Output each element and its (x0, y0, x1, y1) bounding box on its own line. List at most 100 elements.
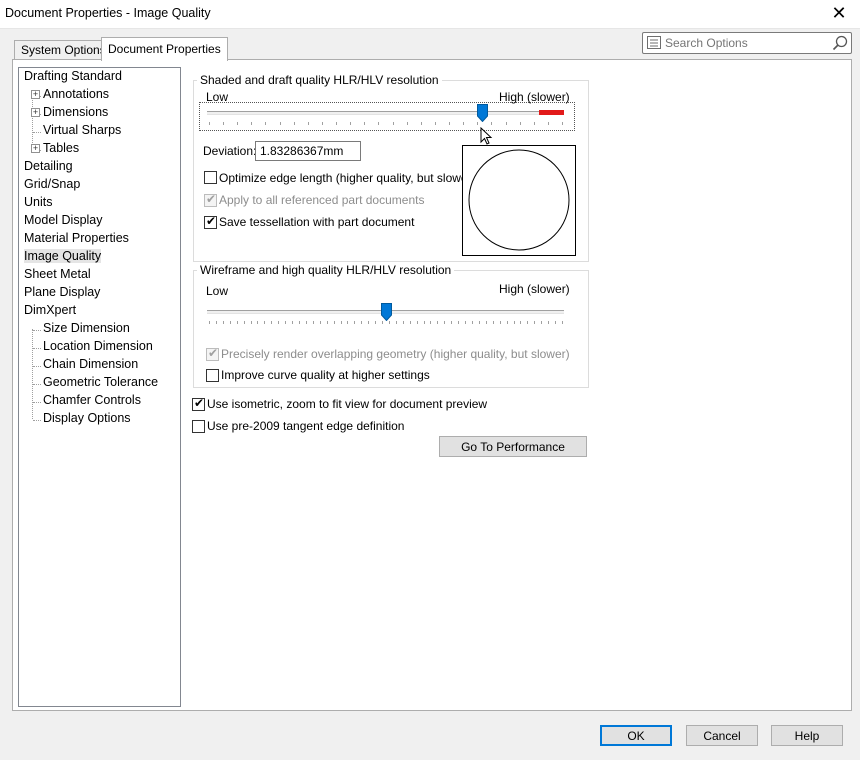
improve-curve-checkbox[interactable] (206, 369, 219, 382)
slider-tick (368, 321, 369, 324)
slider-tick (555, 321, 556, 324)
slider-tick (280, 122, 281, 125)
options-list-icon (647, 36, 661, 49)
tab-system-options[interactable]: System Options (14, 40, 113, 60)
slider-tick (437, 321, 438, 324)
slider-tick (520, 321, 521, 324)
shaded-slider-track (207, 111, 564, 115)
tree-item-size-dimension[interactable]: Size Dimension (43, 320, 130, 337)
tree-item-dimxpert[interactable]: DimXpert (24, 302, 76, 319)
slider-tick (294, 122, 295, 125)
slider-tick (548, 122, 549, 125)
help-button[interactable]: Help (771, 725, 843, 746)
tree-item-drafting-standard[interactable]: Drafting Standard (24, 68, 122, 85)
slider-tick (421, 122, 422, 125)
close-icon[interactable]: ✕ (828, 2, 850, 24)
tree-connector (33, 366, 41, 367)
slider-tick (237, 122, 238, 125)
tree-item-location-dimension[interactable]: Location Dimension (43, 338, 153, 355)
optimize-edge-checkbox[interactable] (204, 171, 217, 184)
slider-tick (435, 122, 436, 125)
slider-tick (486, 321, 487, 324)
slider-tick (364, 122, 365, 125)
tree-item-units[interactable]: Units (24, 194, 52, 211)
slider-tick (209, 122, 210, 125)
slider-tick (361, 321, 362, 324)
slider-tick (562, 122, 563, 125)
slider-tick (322, 122, 323, 125)
slider-tick (271, 321, 272, 324)
slider-tick (299, 321, 300, 324)
tree-connector (32, 95, 33, 149)
tree-item-tables[interactable]: + Tables (31, 140, 79, 157)
expand-plus-icon[interactable]: + (31, 108, 40, 117)
slider-tick (396, 321, 397, 324)
go-to-performance-button[interactable]: Go To Performance (439, 436, 587, 457)
wireframe-group-title: Wireframe and high quality HLR/HLV resol… (197, 263, 455, 277)
slider-tick (265, 122, 266, 125)
tree-item-dimensions[interactable]: + Dimensions (31, 104, 108, 121)
slider-tick (350, 122, 351, 125)
slider-tick (285, 321, 286, 324)
slider-tick (264, 321, 265, 324)
cancel-button[interactable]: Cancel (686, 725, 758, 746)
tree-item-grid-snap[interactable]: Grid/Snap (24, 176, 80, 193)
precise-render-checkbox[interactable]: ✔ (206, 346, 219, 361)
tree-item-detailing[interactable]: Detailing (24, 158, 73, 175)
deviation-input[interactable]: 1.83286367mm (255, 141, 361, 161)
expand-plus-icon[interactable]: + (31, 90, 40, 99)
slider-tick (382, 321, 383, 324)
shaded-slider-thumb[interactable] (477, 104, 488, 122)
search-input[interactable] (665, 34, 825, 51)
shaded-quality-slider[interactable] (207, 103, 564, 128)
tree-item-material-properties[interactable]: Material Properties (24, 230, 129, 247)
window-title: Document Properties - Image Quality (5, 6, 211, 20)
tree-item-annotations[interactable]: + Annotations (31, 86, 109, 103)
slider-tick (463, 122, 464, 125)
tree-item-sheet-metal[interactable]: Sheet Metal (24, 266, 91, 283)
isometric-checkbox[interactable]: ✔ (192, 396, 205, 411)
search-box[interactable] (642, 32, 852, 54)
tree-connector (33, 132, 41, 133)
slider-tick (336, 122, 337, 125)
slider-tick (403, 321, 404, 324)
slider-tick (541, 321, 542, 324)
tree-item-display-options[interactable]: Display Options (43, 410, 131, 427)
tree-item-model-display[interactable]: Model Display (24, 212, 103, 229)
slider-tick (410, 321, 411, 324)
slider-tick (451, 321, 452, 324)
tree-item-chain-dimension[interactable]: Chain Dimension (43, 356, 138, 373)
slider-tick (491, 122, 492, 125)
tree-connector (33, 402, 41, 403)
tree-item-plane-display[interactable]: Plane Display (24, 284, 100, 301)
wireframe-quality-slider[interactable] (207, 302, 564, 327)
expand-plus-icon[interactable]: + (31, 144, 40, 153)
slider-tick (306, 321, 307, 324)
tree-connector (33, 330, 41, 331)
tab-document-properties[interactable]: Document Properties (101, 37, 228, 61)
slider-tick (292, 321, 293, 324)
tree-item-chamfer-controls[interactable]: Chamfer Controls (43, 392, 141, 409)
save-tessellation-checkbox[interactable]: ✔ (204, 214, 217, 229)
ok-button[interactable]: OK (600, 725, 672, 746)
pre2009-checkbox[interactable] (192, 420, 205, 433)
deviation-label: Deviation: (203, 144, 257, 158)
slider-tick (430, 321, 431, 324)
checkmark-icon: ✔ (208, 346, 219, 360)
slider-tick (493, 321, 494, 324)
search-icon[interactable] (832, 35, 848, 51)
tab-label: System Options (21, 43, 106, 57)
wireframe-slider-thumb[interactable] (381, 303, 392, 321)
slider-tick (327, 321, 328, 324)
slider-tick (251, 122, 252, 125)
slider-tick (449, 122, 450, 125)
slider-tick (378, 122, 379, 125)
apply-referenced-checkbox[interactable]: ✔ (204, 192, 217, 207)
tree-item-geometric-tolerance[interactable]: Geometric Tolerance (43, 374, 158, 391)
slider-tick (244, 321, 245, 324)
tree-item-virtual-sharps[interactable]: Virtual Sharps (43, 122, 121, 139)
mouse-cursor-icon (480, 127, 493, 145)
tree-connector (33, 420, 41, 421)
slider-tick (479, 321, 480, 324)
tree-item-image-quality[interactable]: Image Quality (24, 248, 102, 265)
